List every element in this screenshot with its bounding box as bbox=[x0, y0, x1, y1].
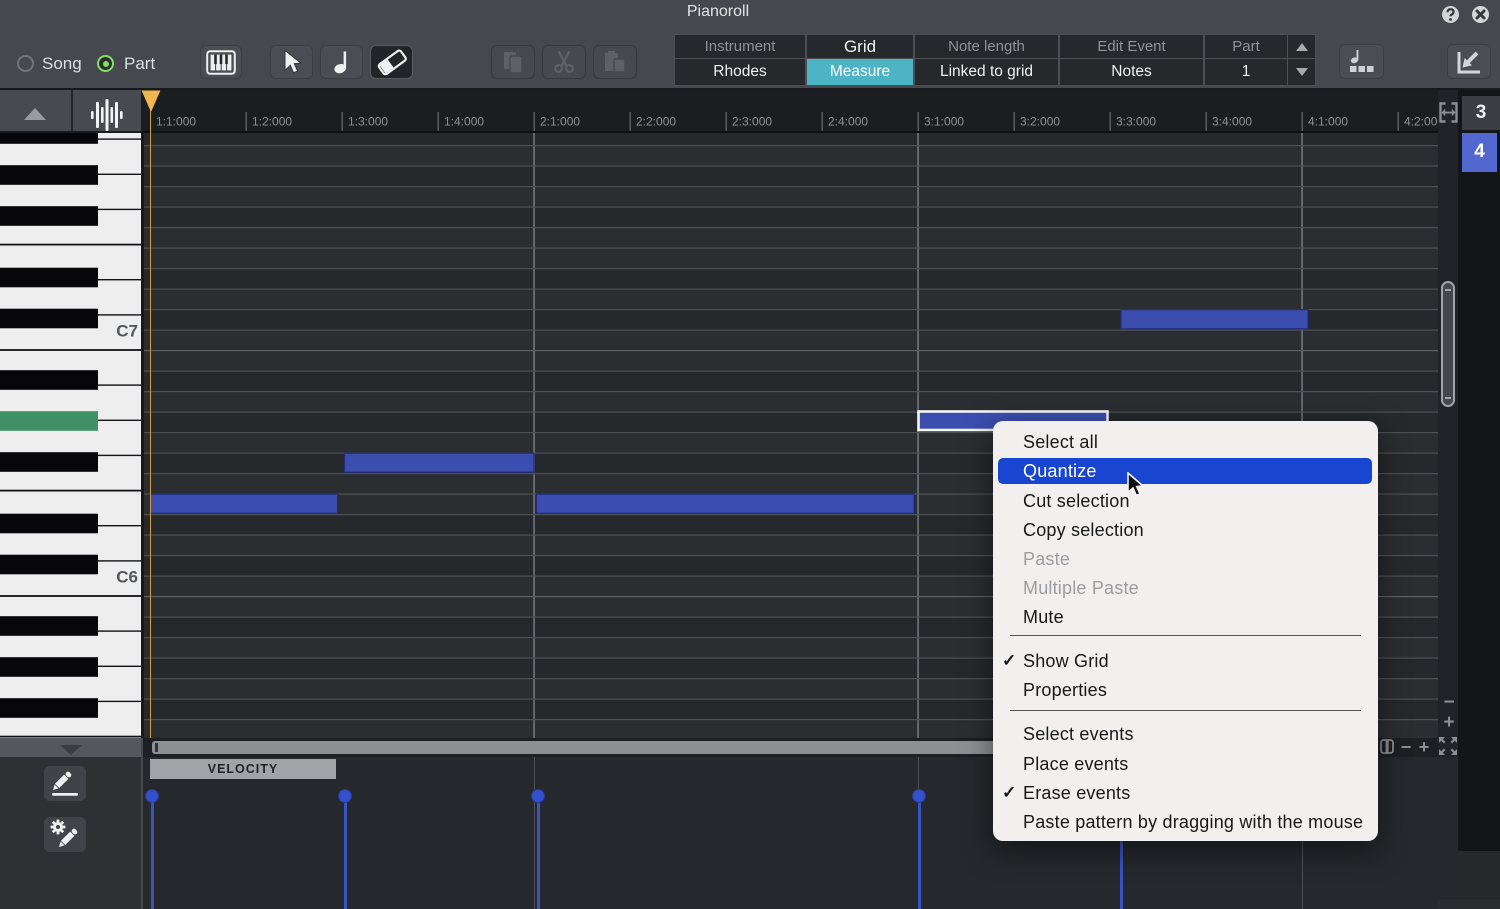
svg-text:2:4:000: 2:4:000 bbox=[828, 115, 868, 129]
svg-text:2:2:000: 2:2:000 bbox=[636, 115, 676, 129]
svg-text:3:3:000: 3:3:000 bbox=[1116, 115, 1156, 129]
svg-text:3:4:000: 3:4:000 bbox=[1212, 115, 1252, 129]
svg-text:1:2:000: 1:2:000 bbox=[252, 115, 292, 129]
svg-text:2:1:000: 2:1:000 bbox=[540, 115, 580, 129]
svg-text:1:3:000: 1:3:000 bbox=[348, 115, 388, 129]
svg-text:2:3:000: 2:3:000 bbox=[732, 115, 772, 129]
svg-text:1:4:000: 1:4:000 bbox=[444, 115, 484, 129]
svg-text:4:1:000: 4:1:000 bbox=[1308, 115, 1348, 129]
svg-text:4:2:000: 4:2:000 bbox=[1404, 115, 1438, 129]
svg-text:C7: C7 bbox=[116, 322, 138, 341]
svg-text:C6: C6 bbox=[116, 568, 138, 587]
svg-text:3:1:000: 3:1:000 bbox=[924, 115, 964, 129]
svg-text:1:1:000: 1:1:000 bbox=[156, 115, 196, 129]
svg-text:3:2:000: 3:2:000 bbox=[1020, 115, 1060, 129]
